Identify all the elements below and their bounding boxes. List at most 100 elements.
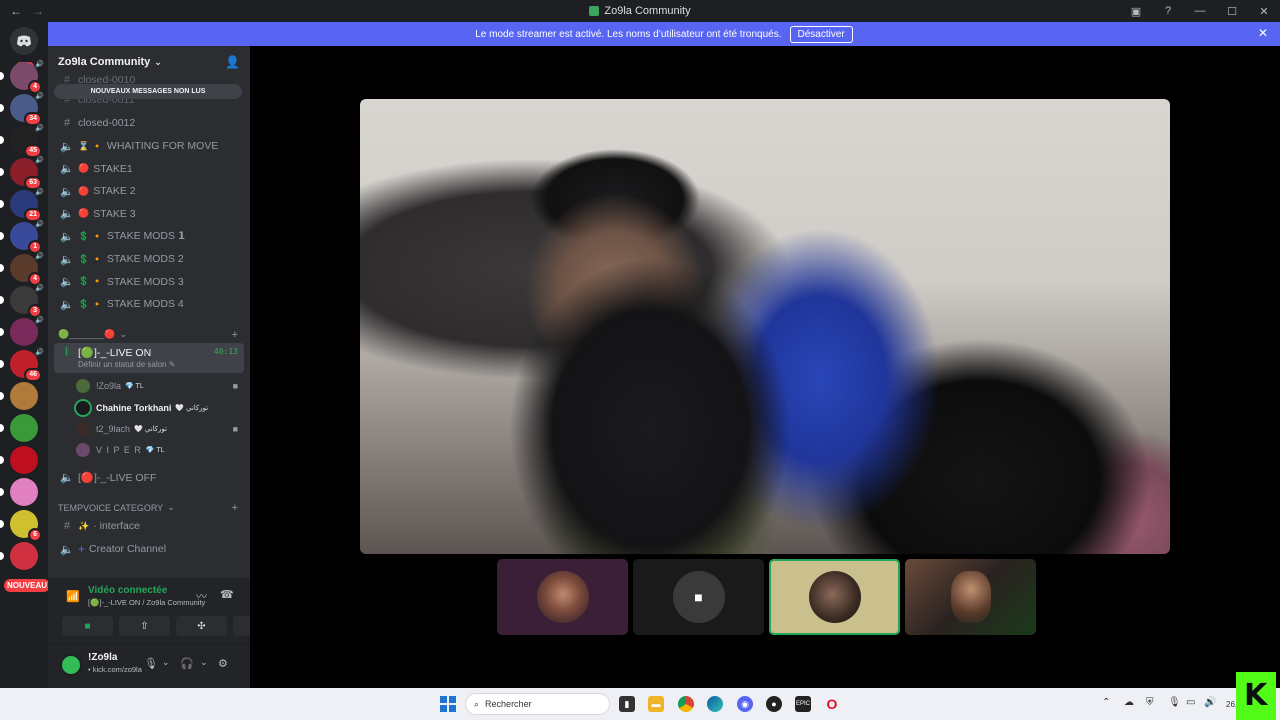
server-icon-9[interactable]: 🔊: [10, 317, 44, 346]
help-icon[interactable]: ?: [1152, 5, 1184, 17]
edge-icon[interactable]: [707, 696, 723, 712]
speaker-icon: 🔈: [60, 253, 74, 266]
server-icon-16[interactable]: [10, 542, 38, 570]
participant-tile-2[interactable]: ■: [633, 559, 764, 635]
unread-indicator: [0, 456, 4, 464]
invite-icon[interactable]: 👤: [225, 55, 240, 69]
user-panel: !Zo9la • kick.com/zo9la 🎙 ⌄ 🎧 ⌄ ⚙: [48, 644, 250, 688]
channel-closed-0012[interactable]: # closed-0012: [54, 113, 244, 133]
cloud-icon[interactable]: ☁: [1124, 697, 1134, 708]
vpn-icon[interactable]: ⛨: [1146, 697, 1154, 708]
disable-streamer-button[interactable]: Désactiver: [789, 25, 853, 43]
noise-suppression-icon[interactable]: 〰: [196, 588, 207, 604]
channel-status-prompt[interactable]: Définir un statut de salon ✎: [78, 360, 175, 369]
banner-close-icon[interactable]: ✕: [1258, 26, 1268, 40]
voice-user-2[interactable]: Chahine Torkhani 🤍 ﺗﻮﺭﻛﺎﻧﻲ: [76, 398, 242, 417]
server-icon-8[interactable]: 🔊 3: [10, 285, 44, 318]
add-channel-icon[interactable]: +: [232, 329, 238, 341]
participant-tile-4[interactable]: [905, 559, 1036, 635]
unread-messages-pill[interactable]: NOUVEAUX MESSAGES NON LUS: [54, 84, 242, 99]
headphones-icon[interactable]: 🎧: [180, 657, 194, 670]
voice-channel-4[interactable]: 🔈 🔴 STAKE 3: [54, 204, 244, 224]
voice-channel-3[interactable]: 🔈 🔴 STAKE 2: [54, 181, 244, 201]
server-icon-6[interactable]: 🔊 1: [10, 221, 44, 254]
screen-share-button[interactable]: ⇧: [119, 616, 170, 636]
home-button[interactable]: [10, 27, 38, 55]
chrome-icon[interactable]: [678, 696, 694, 712]
voice-status[interactable]: Vidéo connectée: [88, 585, 167, 596]
unread-indicator: [0, 392, 4, 400]
back-arrow-icon[interactable]: ←: [10, 4, 22, 18]
unread-indicator: [0, 328, 4, 336]
activities-button[interactable]: ✣: [176, 616, 227, 636]
channel-creator[interactable]: 🔈 + Creator Channel: [54, 539, 244, 559]
channel-interface[interactable]: # ✨ · interface: [54, 516, 244, 536]
voice-location[interactable]: [🟢]-_-LIVE ON / Zo9la Community: [88, 598, 205, 607]
server-icon-12[interactable]: [10, 414, 38, 442]
voice-channel-1[interactable]: 🔈 ⌛ 🔸 WHAITING FOR MOVE: [54, 136, 244, 156]
server-icon-10[interactable]: 🔊 46: [10, 349, 44, 382]
channel-live-on[interactable]: 𝄃 [🟢]-_-LIVE ON 40:13 Définir un statut …: [54, 343, 244, 373]
category-live[interactable]: 🟢_______🔴 ⌄ +: [58, 329, 244, 341]
inbox-icon[interactable]: ▣: [1120, 5, 1152, 18]
server-icon-13[interactable]: [10, 446, 38, 474]
forward-arrow-icon[interactable]: →: [32, 4, 44, 18]
category-tempvoice[interactable]: TEMPVOICE CATEGORY ⌄ +: [58, 502, 244, 514]
voice-user-1[interactable]: !Zo9la 💎 TL ■: [76, 376, 242, 395]
voice-channel-2[interactable]: 🔈 🔴 STAKE1: [54, 159, 244, 179]
windows-start-icon[interactable]: [440, 696, 456, 712]
microphone-icon[interactable]: 🎙: [144, 657, 158, 670]
server-icon-1[interactable]: 🔊 4: [10, 61, 44, 94]
chevron-down-icon[interactable]: ⌄: [200, 657, 208, 668]
epic-games-icon[interactable]: EPIC: [795, 696, 811, 712]
disconnect-icon[interactable]: ☎: [220, 588, 234, 601]
voice-channel-8[interactable]: 🔈 💲 🔸 STAKE MODS 4: [54, 294, 244, 314]
server-icon-14[interactable]: [10, 478, 38, 506]
mic-tray-icon[interactable]: 🎙: [1168, 697, 1181, 708]
voice-user-4[interactable]: V I P E R 💎 TL: [76, 440, 242, 459]
speaker-icon: 🔊: [35, 221, 44, 228]
server-icon-11[interactable]: [10, 382, 38, 410]
channel-live-off[interactable]: 🔈 [🔴]-_-LIVE OFF: [54, 467, 244, 487]
discord-icon[interactable]: ◉: [737, 696, 753, 712]
voice-user-3[interactable]: t2_9lach 🤍 ﺗﻮﺭﻛﺎﻧﻲ ■: [76, 419, 242, 438]
task-view-icon[interactable]: ▮: [619, 696, 635, 712]
close-window-button[interactable]: ✕: [1248, 5, 1280, 18]
server-icon-4[interactable]: 🔊 63: [10, 157, 44, 190]
server-icon-5[interactable]: 🔊 21: [10, 189, 44, 222]
avatar: [76, 378, 90, 393]
minimize-button[interactable]: —: [1184, 5, 1216, 17]
server-icon-7[interactable]: 🔊 4: [10, 253, 44, 286]
server-icon-3[interactable]: 🔊 45: [10, 125, 44, 158]
speaker-icon: 🔈: [60, 185, 74, 198]
server-icon-2[interactable]: 🔊 34: [10, 93, 44, 126]
unread-indicator: [0, 296, 4, 304]
voice-channel-5[interactable]: 🔈 💲 🔸 STAKE MODS 𝟭: [54, 226, 244, 246]
camera-button[interactable]: ■: [62, 616, 113, 636]
volume-icon[interactable]: 🔊: [1204, 697, 1216, 708]
username[interactable]: !Zo9la: [88, 652, 117, 663]
opera-icon[interactable]: O: [824, 696, 840, 712]
settings-gear-icon[interactable]: ⚙: [218, 657, 228, 670]
server-icon-15[interactable]: 6: [10, 510, 42, 542]
hash-icon: #: [63, 117, 71, 129]
participant-tile-3[interactable]: [769, 559, 900, 635]
add-channel-icon[interactable]: +: [232, 502, 238, 514]
display-icon[interactable]: ▭: [1186, 697, 1195, 708]
main-video-feed[interactable]: [360, 99, 1170, 554]
voice-channel-7[interactable]: 🔈 💲 🔸 STAKE MODS 3: [54, 272, 244, 292]
chevron-up-icon[interactable]: ⌃: [1102, 697, 1110, 708]
participant-tile-1[interactable]: [497, 559, 628, 635]
maximize-button[interactable]: ☐: [1216, 5, 1248, 18]
taskbar-search[interactable]: ⌕ Rechercher: [465, 693, 610, 715]
unread-indicator: [0, 520, 4, 528]
server-list: 131 NOUVEAU 🔊4🔊34🔊45🔊63🔊21🔊1🔊4🔊3🔊🔊466: [0, 22, 51, 688]
signal-icon[interactable]: 📶: [66, 590, 80, 603]
chevron-down-icon[interactable]: ⌄: [162, 657, 170, 668]
window-controls: ▣ ? — ☐ ✕: [1120, 0, 1280, 22]
avatar[interactable]: [60, 654, 82, 676]
file-explorer-icon[interactable]: ▬: [648, 696, 664, 712]
voice-channel-6[interactable]: 🔈 💲 🔸 STAKE MODS 2: [54, 249, 244, 269]
github-icon[interactable]: ●: [766, 696, 782, 712]
new-servers-badge[interactable]: NOUVEAU: [4, 579, 51, 592]
